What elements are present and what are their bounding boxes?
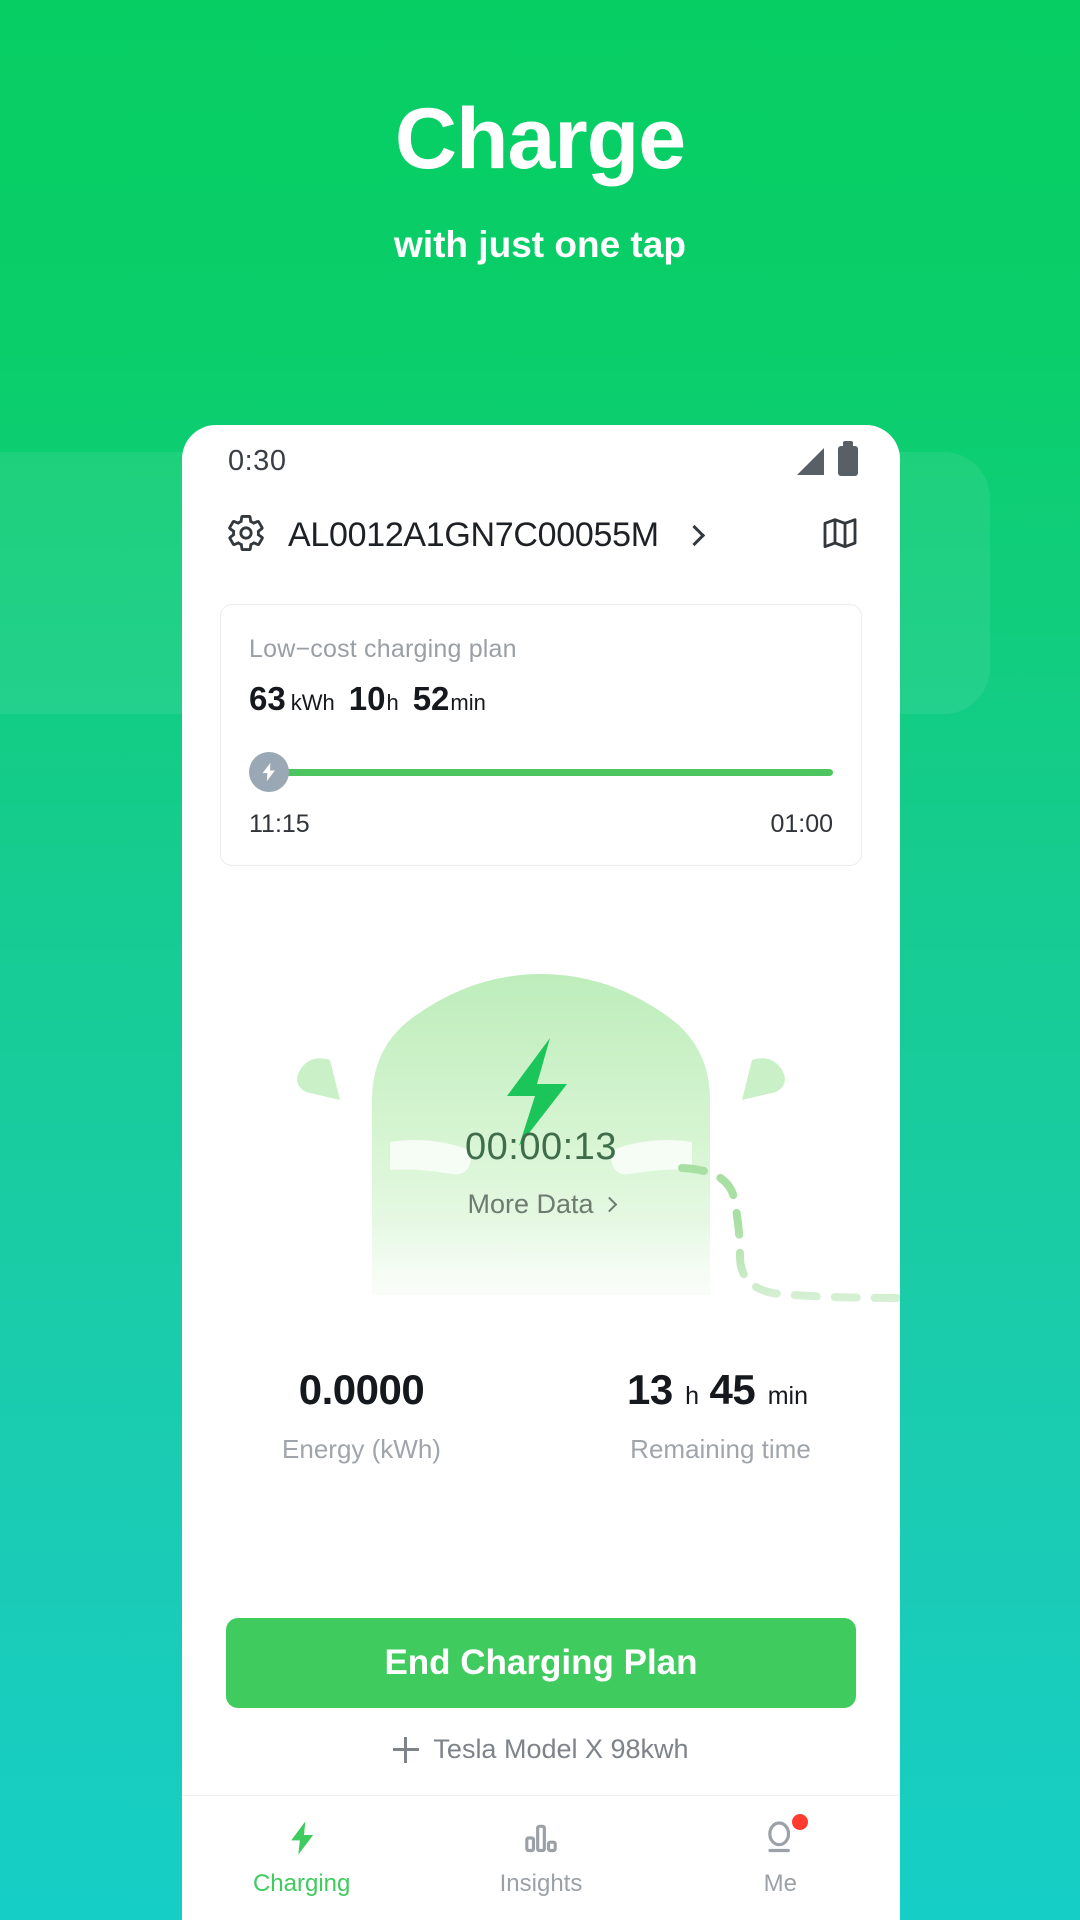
chevron-right-icon bbox=[683, 524, 705, 547]
plan-minutes-value: 52 bbox=[412, 680, 450, 717]
gear-icon[interactable] bbox=[226, 513, 266, 558]
add-vehicle-row[interactable]: Tesla Model X 98kwh bbox=[182, 1734, 900, 1765]
plan-end-time: 01:00 bbox=[770, 810, 833, 838]
charge-timer: 00:00:13 bbox=[465, 1126, 617, 1168]
vehicle-id-label: AL0012A1GN7C00055M bbox=[288, 516, 659, 554]
tab-me-label: Me bbox=[763, 1870, 797, 1897]
status-bar: 0:30 bbox=[182, 425, 900, 497]
stat-energy-value: 0.0000 bbox=[182, 1366, 541, 1414]
page-subtitle: with just one tap bbox=[394, 224, 686, 265]
tab-charging-label: Charging bbox=[252, 1870, 351, 1897]
stat-remaining-hours-unit: h bbox=[685, 1382, 700, 1410]
plan-progress-fill bbox=[285, 768, 833, 776]
plan-card-figures: 63 kWh 10 h 52 min bbox=[249, 680, 833, 718]
hero-banner: Charge with just one tap bbox=[0, 0, 1080, 266]
person-icon bbox=[661, 1812, 900, 1864]
stat-remaining-label: Remaining time bbox=[630, 1434, 811, 1464]
plan-energy-unit: kWh bbox=[290, 690, 335, 715]
map-icon[interactable] bbox=[820, 513, 860, 558]
bolt-icon bbox=[182, 1812, 421, 1864]
stat-energy: 0.0000 Energy (kWh) bbox=[182, 1366, 541, 1465]
signal-icon bbox=[797, 447, 824, 475]
app-header: AL0012A1GN7C00055M bbox=[182, 497, 900, 572]
stat-remaining-minutes-unit: min bbox=[767, 1382, 808, 1410]
stats-row: 0.0000 Energy (kWh) 13 h 45 min Remainin… bbox=[182, 1366, 900, 1465]
bottom-nav: Charging Insights Me bbox=[182, 1795, 900, 1920]
plan-hours-value: 10 bbox=[348, 680, 386, 717]
plan-energy-value: 63 bbox=[249, 680, 286, 717]
layout-spacer bbox=[182, 1465, 900, 1618]
plus-icon bbox=[393, 1736, 420, 1763]
stat-energy-number: 0.0000 bbox=[298, 1366, 425, 1413]
phone-mockup: 0:30 AL0012A1GN7C00055M Low−cost chargin… bbox=[182, 425, 900, 1920]
bar-chart-icon bbox=[421, 1812, 660, 1864]
plan-card-label: Low−cost charging plan bbox=[249, 635, 517, 663]
tab-charging[interactable]: Charging bbox=[182, 1812, 421, 1898]
stat-remaining-hours: 13 bbox=[627, 1366, 673, 1413]
plan-start-time: 11:15 bbox=[249, 810, 310, 838]
more-data-label: More Data bbox=[467, 1189, 594, 1219]
charge-timer-block: 00:00:13 More Data bbox=[182, 1126, 900, 1220]
bolt-icon bbox=[249, 752, 289, 792]
car-illustration: 00:00:13 More Data bbox=[182, 930, 900, 1330]
add-vehicle-label: Tesla Model X 98kwh bbox=[433, 1734, 689, 1764]
plan-progress-bar bbox=[249, 752, 833, 792]
plan-time-range: 11:15 01:00 bbox=[249, 810, 833, 839]
stat-remaining-value: 13 h 45 min bbox=[541, 1366, 900, 1414]
end-charging-plan-button[interactable]: End Charging Plan bbox=[226, 1618, 856, 1708]
stat-remaining-minutes: 45 bbox=[709, 1366, 756, 1413]
tab-insights[interactable]: Insights bbox=[421, 1812, 660, 1898]
stat-remaining-time: 13 h 45 min Remaining time bbox=[541, 1366, 900, 1465]
charging-plan-card[interactable]: Low−cost charging plan 63 kWh 10 h 52 mi… bbox=[220, 604, 862, 866]
notification-badge bbox=[792, 1814, 809, 1830]
page-title: Charge bbox=[394, 91, 686, 187]
tab-insights-label: Insights bbox=[499, 1870, 583, 1897]
vehicle-selector[interactable]: AL0012A1GN7C00055M bbox=[226, 513, 705, 558]
plan-minutes-unit: min bbox=[450, 690, 486, 715]
plan-hours-unit: h bbox=[386, 690, 399, 715]
tab-me[interactable]: Me bbox=[661, 1812, 900, 1898]
status-bar-icons bbox=[797, 441, 858, 476]
chevron-right-icon bbox=[601, 1196, 617, 1213]
more-data-link[interactable]: More Data bbox=[467, 1189, 617, 1220]
battery-icon bbox=[838, 441, 858, 476]
status-bar-clock: 0:30 bbox=[228, 444, 287, 477]
stat-energy-label: Energy (kWh) bbox=[282, 1434, 441, 1464]
